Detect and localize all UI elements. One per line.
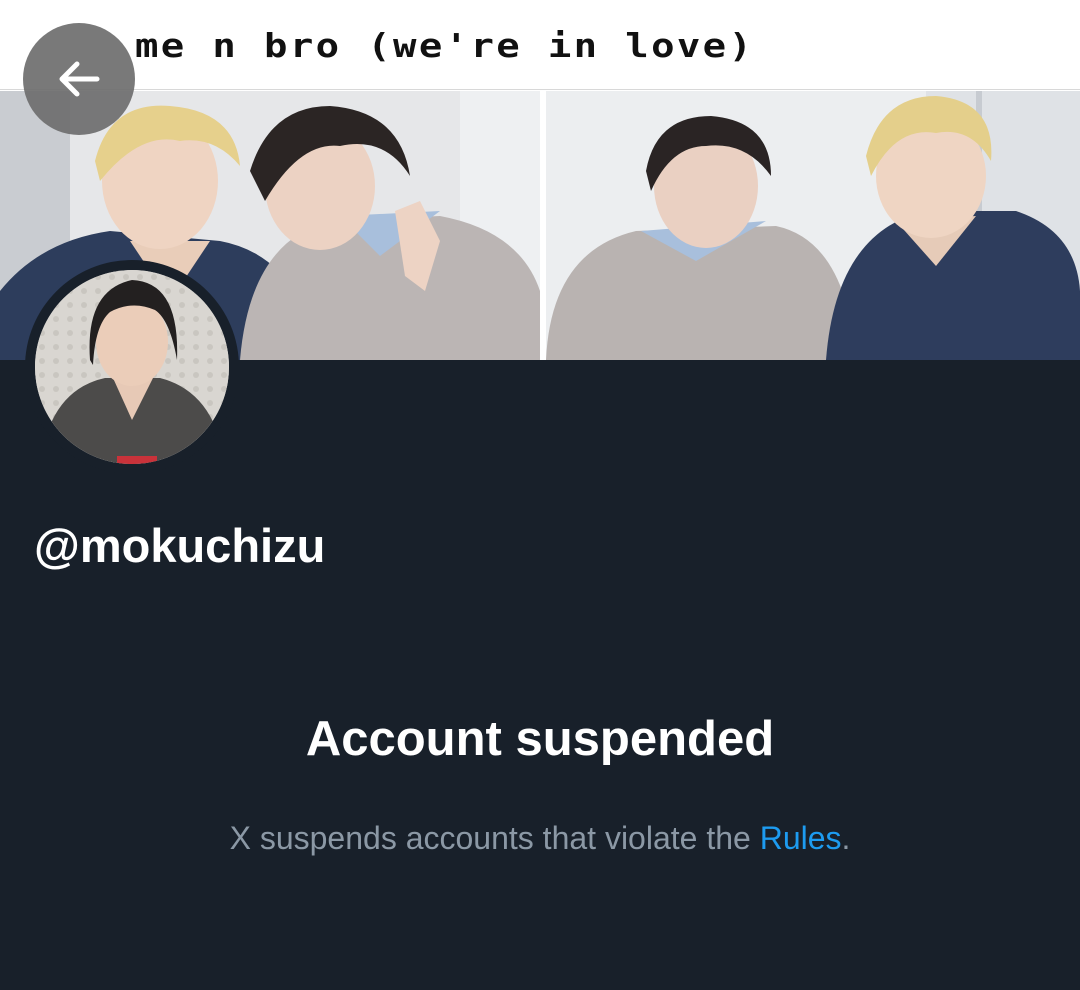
avatar-image	[35, 270, 229, 464]
profile-handle: @mokuchizu	[34, 519, 326, 572]
suspension-title: Account suspended	[305, 712, 775, 766]
rules-link[interactable]: Rules	[760, 820, 842, 856]
arrow-left-icon	[59, 61, 100, 97]
suspension-message-suffix: .	[841, 820, 851, 856]
back-button[interactable]	[23, 23, 135, 135]
banner-photo-right	[546, 91, 1080, 360]
suspension-message: X suspends accounts that violate the Rul…	[0, 818, 1080, 858]
banner-caption-strip: me n bro (we're in love)	[0, 0, 1080, 90]
banner-photo-right-image	[546, 91, 1080, 360]
banner-caption: me n bro (we're in love)	[135, 26, 755, 65]
avatar[interactable]	[35, 270, 229, 464]
suspension-message-prefix: X suspends accounts that violate the	[229, 820, 760, 856]
